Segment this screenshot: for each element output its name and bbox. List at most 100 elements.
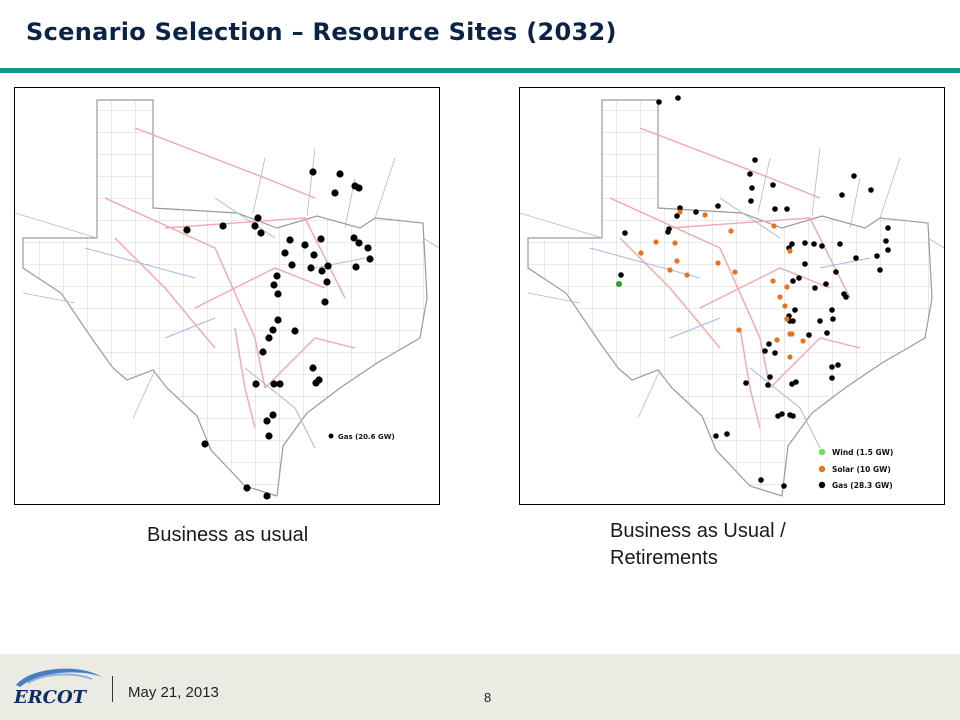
gas-site-marker — [309, 168, 317, 176]
gas-site-marker — [829, 364, 835, 370]
footer-date: May 21, 2013 — [128, 684, 219, 701]
solar-site-marker — [771, 223, 777, 229]
legend-gas-marker — [328, 433, 334, 439]
legend-wind-marker — [818, 448, 826, 456]
solar-site-marker — [784, 284, 790, 290]
gas-site-marker — [693, 209, 699, 215]
gas-site-marker — [323, 278, 331, 286]
map-business-as-usual: Gas (20.6 GW) — [14, 87, 440, 505]
gas-site-marker — [675, 95, 681, 101]
legend-solar-marker — [818, 465, 826, 473]
gas-site-marker — [812, 285, 818, 291]
footer-divider — [112, 676, 113, 702]
solar-site-marker — [770, 278, 776, 284]
gas-site-marker — [883, 238, 889, 244]
gas-site-marker — [252, 380, 260, 388]
gas-site-marker — [219, 222, 227, 230]
gas-site-marker — [254, 214, 262, 222]
svg-text:ERCOT: ERCOT — [13, 687, 88, 708]
gas-site-marker — [331, 189, 339, 197]
gas-site-marker — [269, 326, 277, 334]
gas-site-marker — [885, 225, 891, 231]
gas-site-marker — [263, 492, 271, 500]
gas-site-marker — [765, 382, 771, 388]
map-a-svg: Gas (20.6 GW) — [15, 99, 439, 500]
gas-site-marker — [789, 381, 795, 387]
solar-site-marker — [653, 239, 659, 245]
gas-site-marker — [790, 278, 796, 284]
solar-site-marker — [777, 294, 783, 300]
gas-site-marker — [355, 184, 363, 192]
gas-site-marker — [784, 206, 790, 212]
gas-site-marker — [288, 261, 296, 269]
gas-site-marker — [263, 417, 271, 425]
page-number: 8 — [484, 690, 492, 705]
gas-site-marker — [622, 230, 628, 236]
gas-site-marker — [301, 241, 309, 249]
gas-site-marker — [321, 298, 329, 306]
gas-site-marker — [310, 251, 318, 259]
solar-site-marker — [774, 337, 780, 343]
legend-wind-label: Wind (1.5 GW) — [832, 448, 893, 457]
gas-site-marker — [665, 229, 671, 235]
gas-site-marker — [243, 484, 251, 492]
slide-title: Scenario Selection – Resource Sites (203… — [26, 18, 617, 46]
legend-gas-label: Gas (20.6 GW) — [338, 433, 395, 441]
gas-site-marker — [183, 226, 191, 234]
gas-site-marker — [257, 229, 265, 237]
gas-site-marker — [265, 334, 273, 342]
gas-site-marker — [817, 318, 823, 324]
gas-site-marker — [772, 350, 778, 356]
solar-site-marker — [674, 258, 680, 264]
gas-site-marker — [269, 411, 277, 419]
gas-site-marker — [843, 294, 849, 300]
gas-site-marker — [281, 249, 289, 257]
gas-site-marker — [336, 170, 344, 178]
gas-site-marker — [743, 380, 749, 386]
texas-outline-b — [520, 99, 944, 497]
solar-site-marker — [684, 272, 690, 278]
legend-gas-label: Gas (28.3 GW) — [832, 481, 893, 490]
ercot-logo: ERCOT — [13, 668, 102, 708]
gas-site-marker — [273, 272, 281, 280]
gas-site-marker — [307, 264, 315, 272]
gas-site-marker — [713, 433, 719, 439]
legend-b: Wind (1.5 GW) Solar (10 GW) Gas (28.3 GW… — [818, 448, 893, 490]
gas-site-marker — [772, 206, 778, 212]
solar-site-marker — [784, 316, 790, 322]
solar-site-marker — [677, 209, 683, 215]
solar-site-marker — [715, 260, 721, 266]
gas-site-marker — [766, 341, 772, 347]
gas-site-marker — [874, 253, 880, 259]
gas-site-marker — [291, 327, 299, 335]
caption-business-as-usual: Business as usual — [147, 524, 309, 546]
gas-site-marker — [749, 185, 755, 191]
gas-site-marker — [824, 330, 830, 336]
gas-site-marker — [868, 187, 874, 193]
gas-site-marker — [276, 380, 284, 388]
gas-site-marker — [366, 255, 374, 263]
gas-site-marker — [885, 247, 891, 253]
solar-site-marker — [787, 248, 793, 254]
gas-site-marker — [317, 235, 325, 243]
solar-site-marker — [728, 228, 734, 234]
gas-site-marker — [829, 307, 835, 313]
solar-site-marker — [736, 327, 742, 333]
solar-site-marker — [800, 338, 806, 344]
gas-site-marker — [823, 281, 829, 287]
wind-site-marker — [616, 281, 622, 287]
gas-site-marker — [833, 269, 839, 275]
solar-site-marker — [782, 303, 788, 309]
legend-a: Gas (20.6 GW) — [328, 433, 395, 441]
solar-site-marker — [789, 331, 795, 337]
gas-site-marker — [309, 364, 317, 372]
solar-site-marker — [787, 354, 793, 360]
gas-site-marker — [806, 332, 812, 338]
gas-site-marker — [752, 157, 758, 163]
solar-site-marker — [667, 267, 673, 273]
gas-site-marker — [656, 99, 662, 105]
gas-site-marker — [724, 431, 730, 437]
legend-solar-label: Solar (10 GW) — [832, 465, 891, 474]
gas-site-marker — [274, 290, 282, 298]
caption-business-as-usual-retirements: Business as Usual / Retirements — [610, 520, 786, 569]
